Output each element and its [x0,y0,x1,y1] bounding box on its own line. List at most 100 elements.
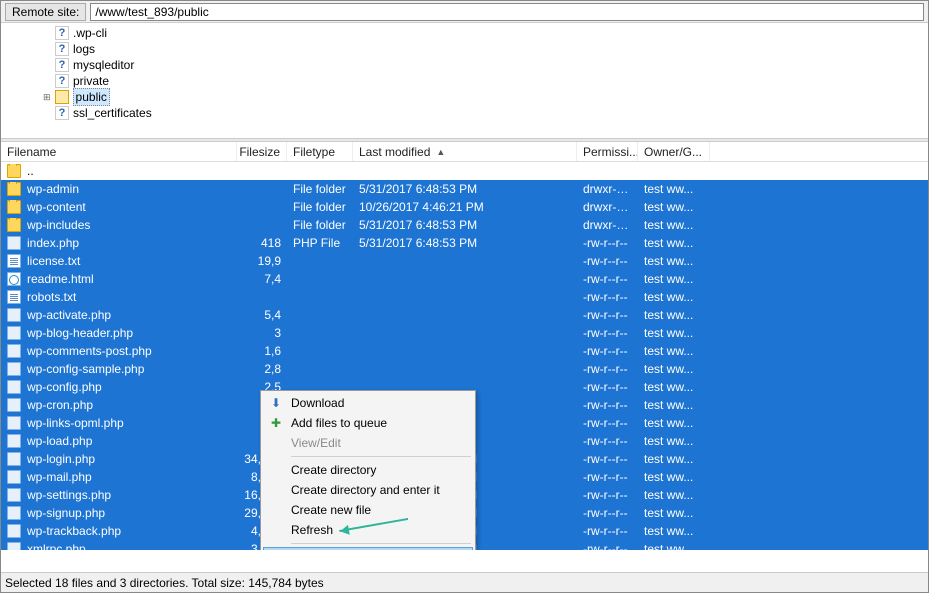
file-row[interactable]: license.txt19,9-rw-r--r--test ww... [1,252,928,270]
column-owner[interactable]: Owner/G... [638,142,710,161]
add-icon: ✚ [269,416,283,430]
file-size: 418 [237,236,287,250]
file-row[interactable]: wp-activate.php5,4-rw-r--r--test ww... [1,306,928,324]
menu-item-add-files-to-queue[interactable]: ✚Add files to queue [263,413,473,433]
file-owner: test ww... [638,308,710,322]
unknown-icon: ? [55,106,69,120]
menu-separator [291,543,471,544]
file-owner: test ww... [638,326,710,340]
file-row[interactable]: wp-comments-post.php1,6-rw-r--r--test ww… [1,342,928,360]
column-lastmodified[interactable]: Last modified▲ [353,142,577,161]
file-name: wp-settings.php [27,488,111,502]
sort-indicator-icon: ▲ [436,147,445,157]
remote-file-list: Filename Filesize Filetype Last modified… [1,142,928,550]
file-icon [7,290,21,304]
file-owner: test ww... [638,470,710,484]
column-headers[interactable]: Filename Filesize Filetype Last modified… [1,142,928,162]
file-permissions: -rw-r--r-- [577,416,638,430]
menu-item-create-directory-and-enter-it[interactable]: Create directory and enter it [263,480,473,500]
file-permissions: drwxr-xr-x [577,200,638,214]
tree-item-logs[interactable]: ?logs [55,41,928,57]
file-owner: test ww... [638,218,710,232]
file-owner: test ww... [638,488,710,502]
menu-item-label: View/Edit [291,436,341,450]
remote-path-input[interactable] [90,3,924,21]
file-name: readme.html [27,272,94,286]
file-row[interactable]: readme.html7,4-rw-r--r--test ww... [1,270,928,288]
file-name: wp-login.php [27,452,95,466]
file-owner: test ww... [638,344,710,358]
tree-item-mysqleditor[interactable]: ?mysqleditor [55,57,928,73]
folder-icon [7,218,21,232]
file-size: 5,4 [237,308,287,322]
file-icon [7,308,21,322]
menu-item-refresh[interactable]: Refresh [263,520,473,540]
file-name: license.txt [27,254,80,268]
file-name: robots.txt [27,290,76,304]
file-icon [7,272,21,286]
file-icon [7,506,21,520]
file-modified: 5/31/2017 6:48:53 PM [353,218,577,232]
menu-item-view-edit: View/Edit [263,433,473,453]
file-owner: test ww... [638,254,710,268]
tree-item-public[interactable]: public [55,89,928,105]
file-row[interactable]: robots.txt-rw-r--r--test ww... [1,288,928,306]
tree-item-label: private [73,73,109,89]
tree-item-private[interactable]: ?private [55,73,928,89]
folder-icon [7,182,21,196]
download-icon: ⬇ [269,396,283,410]
file-row[interactable]: index.php418PHP File5/31/2017 6:48:53 PM… [1,234,928,252]
tree-item-ssl-certificates[interactable]: ?ssl_certificates [55,105,928,121]
file-type: File folder [287,200,353,214]
unknown-icon: ? [55,26,69,40]
file-icon [7,398,21,412]
context-menu: ⬇Download✚Add files to queue View/Edit Cre… [260,390,476,550]
file-owner: test ww... [638,182,710,196]
file-owner: test ww... [638,398,710,412]
file-permissions: drwxr-xr-x [577,218,638,232]
remote-site-header: Remote site: [1,1,928,23]
file-owner: test ww... [638,542,710,550]
menu-item-create-new-file[interactable]: Create new file [263,500,473,520]
file-row[interactable]: wp-config-sample.php2,8-rw-r--r--test ww… [1,360,928,378]
menu-item-download[interactable]: ⬇Download [263,393,473,413]
file-icon [7,452,21,466]
file-type: File folder [287,218,353,232]
file-row[interactable]: wp-contentFile folder10/26/2017 4:46:21 … [1,198,928,216]
file-permissions: -rw-r--r-- [577,362,638,376]
column-filesize[interactable]: Filesize [237,142,287,161]
parent-directory-row[interactable]: .. [1,162,928,180]
file-owner: test ww... [638,380,710,394]
file-name: wp-blog-header.php [27,326,133,340]
file-name: wp-load.php [27,434,92,448]
file-type: PHP File [287,236,353,250]
tree-item--wp-cli[interactable]: ?.wp-cli [55,25,928,41]
file-modified: 5/31/2017 6:48:53 PM [353,236,577,250]
file-row[interactable]: wp-includes File folder5/31/2017 6:48:53 … [1,216,928,234]
menu-item-create-directory[interactable]: Create directory [263,460,473,480]
file-owner: test ww... [638,362,710,376]
column-filetype[interactable]: Filetype [287,142,353,161]
file-name: wp-includes [27,218,90,232]
file-icon [7,488,21,502]
menu-separator [291,456,471,457]
file-name: wp-signup.php [27,506,105,520]
remote-site-label-button[interactable]: Remote site: [5,3,86,21]
file-permissions: -rw-r--r-- [577,470,638,484]
file-permissions: -rw-r--r-- [577,272,638,286]
column-filename[interactable]: Filename [1,142,237,161]
file-row[interactable]: wp-adminFile folder5/31/2017 6:48:53 PMd… [1,180,928,198]
file-owner: test ww... [638,272,710,286]
file-row[interactable]: wp-blog-header.php3-rw-r--r--test ww... [1,324,928,342]
column-permissions[interactable]: Permissi... [577,142,638,161]
file-name: wp-comments-post.php [27,344,152,358]
menu-item-label: Create directory and enter it [291,483,440,497]
status-bar: Selected 18 files and 3 directories. Tot… [1,572,928,592]
menu-item-delete[interactable]: Delete [263,547,473,550]
file-permissions: -rw-r--r-- [577,434,638,448]
file-modified: 10/26/2017 4:46:21 PM [353,200,577,214]
file-icon [7,344,21,358]
remote-directory-tree[interactable]: ?.wp-cli?logs?mysqleditor?privatepublic?… [1,23,928,138]
file-permissions: -rw-r--r-- [577,524,638,538]
file-size: 1,6 [237,344,287,358]
